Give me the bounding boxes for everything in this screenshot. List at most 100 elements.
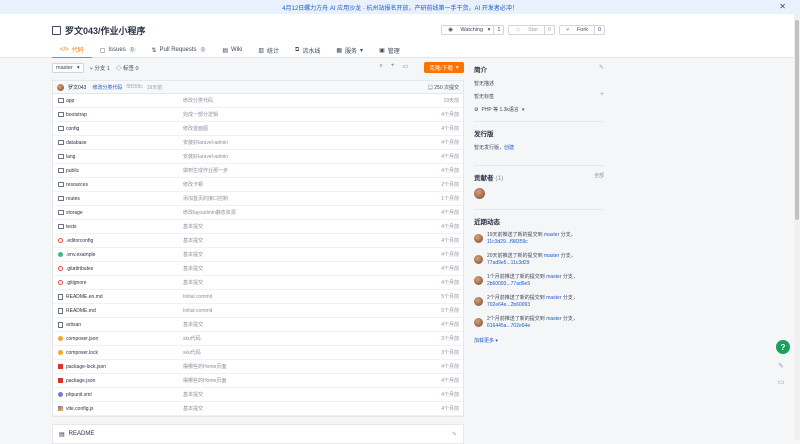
file-row[interactable]: README.en.md Initial commit 5个月前 (53, 290, 463, 304)
file-name[interactable]: resources (66, 182, 88, 188)
avatar[interactable] (474, 297, 483, 306)
file-name[interactable]: artisan (66, 322, 81, 328)
file-name[interactable]: package-lock.json (66, 364, 106, 370)
help-button[interactable]: ? (776, 340, 790, 354)
commit-message[interactable]: 修改分类代码 (92, 84, 122, 91)
branch-link[interactable]: master (544, 232, 559, 238)
file-name[interactable]: database (66, 140, 87, 146)
file-name[interactable]: routes (66, 196, 80, 202)
tab-code[interactable]: </> 代码 (52, 42, 92, 58)
file-commit-message[interactable]: 完成一部分逻辑 (183, 111, 218, 118)
scrollbar-thumb[interactable] (795, 20, 799, 220)
avatar[interactable] (474, 234, 483, 243)
tab-issues[interactable]: ▢ Issues 0 (92, 42, 144, 58)
edit-icon[interactable]: ✎ (452, 431, 457, 438)
commit-sha[interactable]: f9f359c (126, 84, 142, 90)
file-row[interactable]: database 安装好laravel-admin 4个月前 (53, 136, 463, 150)
add-tag-icon[interactable]: + (600, 91, 604, 98)
file-commit-message[interactable]: 基本提交 (183, 391, 203, 398)
file-row[interactable]: bootstrap 完成一部分逻辑 4个月前 (53, 108, 463, 122)
file-name[interactable]: .env.example (66, 252, 95, 258)
language-info[interactable]: ⚙ PHP 等 1.3k语言 ▾ (474, 106, 604, 114)
star-button[interactable]: ☆ Star 0 (508, 25, 556, 35)
avatar[interactable] (474, 318, 483, 327)
commit-author[interactable]: 罗文043 (68, 84, 86, 91)
add-icon[interactable]: + (391, 63, 395, 70)
branch-selector[interactable]: master ▾ (52, 63, 84, 73)
file-commit-message[interactable]: 修改首面图 (183, 125, 208, 132)
file-row[interactable]: vite.config.js 基本提交 4个月前 (53, 402, 463, 416)
back-to-top-icon[interactable]: ▭ (776, 377, 786, 387)
file-commit-message[interactable]: 修改分类代码 (183, 97, 213, 104)
file-name[interactable]: .editorconfig (66, 238, 93, 244)
file-row[interactable]: app 修改分类代码 19天前 (53, 94, 463, 108)
avatar[interactable] (474, 188, 485, 199)
repo-name[interactable]: 罗文043/作业小程序 (65, 24, 146, 37)
file-name[interactable]: package.json (66, 378, 95, 384)
load-more-button[interactable]: 加载更多 ▾ (474, 337, 604, 344)
branch-link[interactable]: master (544, 253, 559, 259)
branch-link[interactable]: master (546, 316, 561, 322)
tab-pipeline[interactable]: ⧉ 流水线 (287, 42, 328, 58)
file-commit-message[interactable]: 修改卡顿 (183, 181, 203, 188)
file-name[interactable]: lang (66, 154, 75, 160)
file-name[interactable]: README.en.md (66, 294, 103, 300)
file-name[interactable]: composer.lock (66, 350, 98, 356)
file-row[interactable]: storage 修改layoadmin静态资源 4个月前 (53, 206, 463, 220)
file-row[interactable]: artisan 基本提交 4个月前 (53, 318, 463, 332)
file-name[interactable]: tests (66, 224, 77, 230)
tab-stats[interactable]: ▥ 统计 (250, 42, 287, 58)
feedback-icon[interactable]: ✎ (776, 361, 786, 371)
compare-link[interactable]: 2b60093...77ad9e5 (487, 281, 530, 287)
contributors-all-link[interactable]: 全部 (594, 172, 604, 179)
edit-icon[interactable]: ✎ (599, 64, 604, 71)
web-ide-icon[interactable]: ▭ (402, 63, 408, 70)
file-commit-message[interactable]: 基本提交 (183, 405, 203, 412)
file-row[interactable]: .env.example 基本提交 4个月前 (53, 248, 463, 262)
file-commit-message[interactable]: 基本提交 (183, 223, 203, 230)
file-commit-message[interactable]: 添加首页的接口控制 (183, 195, 228, 202)
file-name[interactable]: bootstrap (66, 112, 87, 118)
branch-link[interactable]: master (546, 295, 561, 301)
file-commit-message[interactable]: 安装好laravel-admin (183, 153, 228, 160)
file-commit-message[interactable]: 安装好laravel-admin (183, 139, 228, 146)
compare-link[interactable]: 702e64e...2b60093 (487, 302, 530, 308)
file-name[interactable]: vite.config.js (66, 406, 94, 412)
watch-button[interactable]: ◉ Watching ▾ 1 (441, 25, 505, 35)
create-release-link[interactable]: 创建 (504, 145, 514, 151)
file-name[interactable]: app (66, 98, 74, 104)
file-commit-message[interactable]: Initial commit (183, 294, 212, 300)
search-icon[interactable]: ⌕ (379, 63, 382, 70)
clone-download-button[interactable]: 克隆/下载 ▾ (424, 62, 464, 73)
file-row[interactable]: .gitignore 基本提交 4个月前 (53, 276, 463, 290)
file-commit-message[interactable]: 摆哪些的Home页面 (183, 363, 226, 370)
banner-text[interactable]: 4月12日螺力方舟 AI 应用沙龙 · 杭州站报名开放，产研前线第一手干货，AI… (282, 3, 518, 12)
file-name[interactable]: README.md (66, 308, 96, 314)
fork-button[interactable]: ⑂ Fork 0 (559, 25, 605, 35)
file-commit-message[interactable]: Initial commit (183, 308, 212, 314)
file-row[interactable]: public 做到生成作业那一步 4个月前 (53, 164, 463, 178)
announcement-banner[interactable]: 4月12日螺力方舟 AI 应用沙龙 · 杭州站报名开放，产研前线第一手干货，AI… (0, 0, 800, 14)
file-row[interactable]: .editorconfig 基本提交 4个月前 (53, 234, 463, 248)
avatar[interactable] (474, 276, 483, 285)
file-row[interactable]: phpunit.xml 基本提交 4个月前 (53, 388, 463, 402)
tab-wiki[interactable]: ▤ Wiki (214, 42, 250, 58)
file-row[interactable]: .gitattributes 基本提交 4个月前 (53, 262, 463, 276)
branches-link[interactable]: ⑂ 分支 1 (90, 64, 110, 72)
scrollbar[interactable] (794, 14, 800, 440)
file-row[interactable]: resources 修改卡顿 2个月前 (53, 178, 463, 192)
file-commit-message[interactable]: sku代码 (183, 349, 201, 356)
file-row[interactable]: package-lock.json 摆哪些的Home页面 4个月前 (53, 360, 463, 374)
commit-count[interactable]: ▤ 250 次提交 (428, 84, 459, 91)
tags-link[interactable]: ◇ 标签 0 (116, 64, 139, 72)
file-commit-message[interactable]: 基本提交 (183, 279, 203, 286)
compare-link[interactable]: 11c3d29...f98359c (487, 239, 528, 245)
tab-pull-requests[interactable]: ⇅ Pull Requests 0 (144, 42, 215, 58)
avatar[interactable] (474, 255, 483, 264)
file-row[interactable]: config 修改首面图 4个月前 (53, 122, 463, 136)
tab-manage[interactable]: ▣ 管理 (371, 42, 408, 58)
compare-link[interactable]: 77ad9e5...11c3d29 (487, 260, 529, 266)
file-commit-message[interactable]: 修改layoadmin静态资源 (183, 209, 236, 216)
file-name[interactable]: public (66, 168, 79, 174)
file-commit-message[interactable]: 基本提交 (183, 321, 203, 328)
